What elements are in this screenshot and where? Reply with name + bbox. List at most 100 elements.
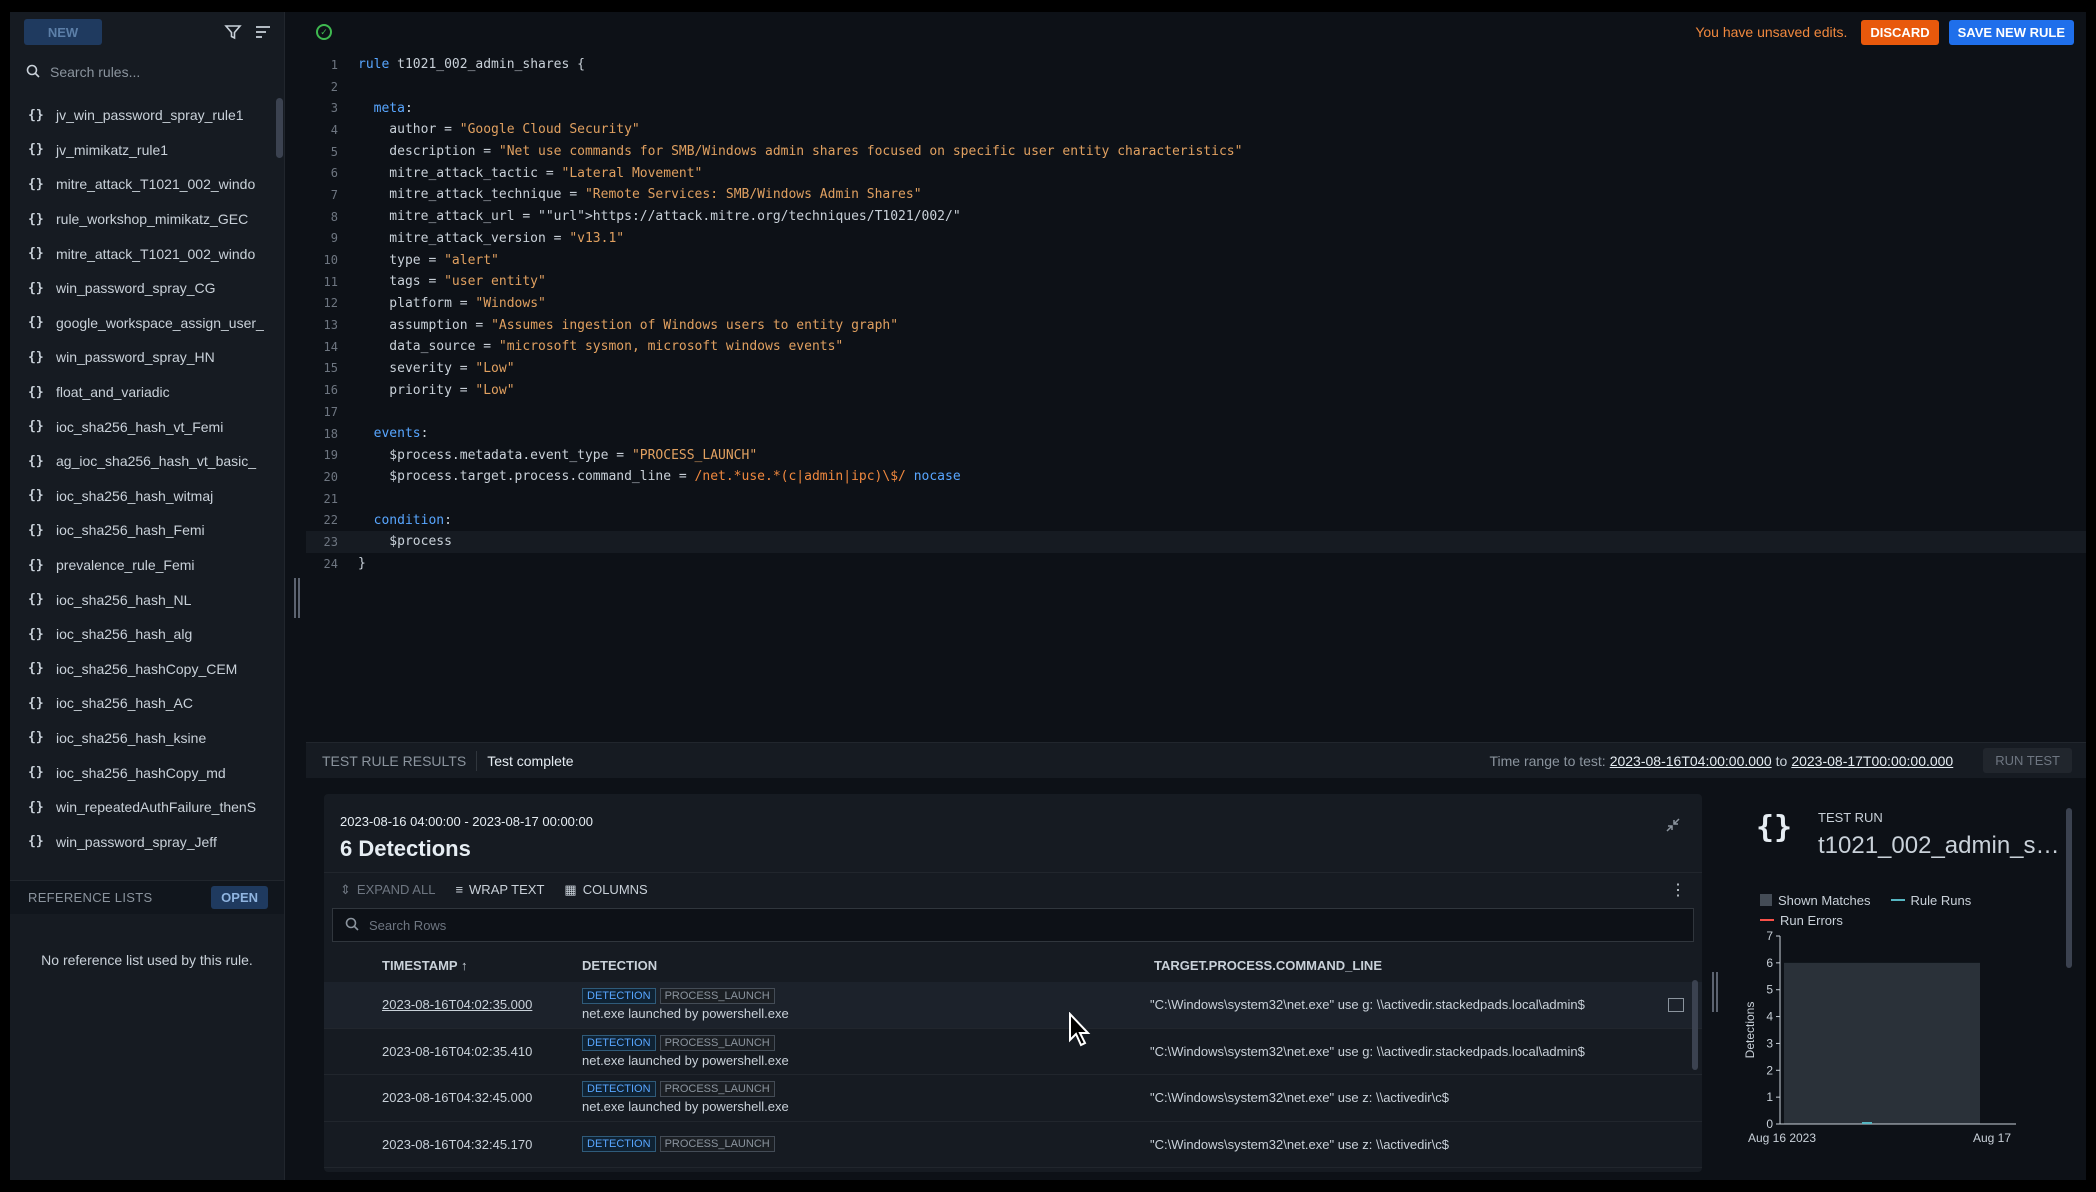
table-row[interactable]: 2023-08-16T04:02:35.410 DETECTION PROCESS_… — [324, 1029, 1702, 1075]
rule-name: ioc_sha256_hash_vt_Femi — [56, 418, 224, 435]
rule-list-item[interactable]: {} win_password_spray_Jeff — [10, 824, 284, 859]
code-line[interactable]: 23 $process — [306, 531, 2086, 553]
test-run-panel: {} TEST RUN t1021_002_admin_shares Shown… — [1738, 794, 2078, 1172]
rule-list-item[interactable]: {} ioc_sha256_hashCopy_CEM — [10, 652, 284, 687]
range-start-link[interactable]: 2023-08-16T04:00:00.000 — [1610, 753, 1772, 769]
expand-all-button[interactable]: ⇕ EXPAND ALL — [340, 882, 435, 898]
code-text: $process — [358, 534, 452, 550]
new-rule-button[interactable]: NEW — [24, 19, 102, 45]
code-line[interactable]: 14 data_source = "microsoft sysmon, micr… — [306, 336, 2086, 358]
code-line[interactable]: 1 rule t1021_002_admin_shares { — [306, 54, 2086, 76]
run-test-button[interactable]: RUN TEST — [1983, 748, 2072, 773]
sidebar-toolbar: NEW — [10, 12, 284, 52]
rule-list-item[interactable]: {} mitre_attack_T1021_002_windo — [10, 167, 284, 202]
code-line[interactable]: 7 mitre_attack_technique = "Remote Servi… — [306, 184, 2086, 206]
rule-braces-icon: {} — [28, 142, 44, 158]
legend-rule-runs[interactable]: Rule Runs — [1890, 893, 1971, 908]
collapse-icon[interactable] — [1666, 818, 1680, 835]
code-line[interactable]: 5 description = "Net use commands for SM… — [306, 141, 2086, 163]
save-new-rule-button[interactable]: SAVE NEW RULE — [1948, 19, 2074, 45]
rule-list-item[interactable]: {} ioc_sha256_hash_ksine — [10, 721, 284, 756]
line-number: 2 — [330, 79, 338, 94]
filter-icon[interactable] — [224, 23, 242, 41]
rule-list-item[interactable]: {} jv_mimikatz_rule1 — [10, 133, 284, 168]
wrap-text-button[interactable]: ≡ WRAP TEXT — [455, 882, 544, 897]
rule-braces-icon: {} — [28, 592, 44, 608]
rule-list-item[interactable]: {} jv_win_password_spray_rule1 — [10, 98, 284, 133]
table-row[interactable]: 2023-08-16T04:32:45.170 DETECTION PROCESS_… — [324, 1122, 1702, 1168]
code-line[interactable]: 12 platform = "Windows" — [306, 293, 2086, 315]
rule-list-item[interactable]: {} google_workspace_assign_user_ — [10, 306, 284, 341]
x-tick-label: Aug 16 2023 — [1748, 1131, 1816, 1145]
code-line[interactable]: 2 — [306, 76, 2086, 98]
code-line[interactable]: 13 assumption = "Assumes ingestion of Wi… — [306, 314, 2086, 336]
code-line[interactable]: 8 mitre_attack_url = ""url">https://atta… — [306, 206, 2086, 228]
code-line[interactable]: 20 $process.target.process.command_line … — [306, 466, 2086, 488]
code-line[interactable]: 17 — [306, 401, 2086, 423]
legend-shown-matches[interactable]: Shown Matches — [1760, 893, 1871, 908]
rule-list-item[interactable]: {} mitre_attack_T1021_002_windo — [10, 236, 284, 271]
rule-list-item[interactable]: {} win_password_spray_HN — [10, 340, 284, 375]
open-detail-icon[interactable] — [1668, 997, 1684, 1012]
rule-braces-icon: {} — [28, 765, 44, 781]
discard-button[interactable]: DISCARD — [1861, 19, 1939, 45]
rule-list-item[interactable]: {} ioc_sha256_hash_Femi — [10, 513, 284, 548]
code-line[interactable]: 24} — [306, 553, 2086, 575]
rule-list-item[interactable]: {} ioc_sha256_hash_NL — [10, 582, 284, 617]
code-line[interactable]: 11 tags = "user entity" — [306, 271, 2086, 293]
rule-list-item[interactable]: {} ag_ioc_sha256_hash_vt_basic_ — [10, 444, 284, 479]
code-line[interactable]: 4 author = "Google Cloud Security" — [306, 119, 2086, 141]
command-line-column-header[interactable]: TARGET.PROCESS.COMMAND_LINE — [1142, 958, 1702, 973]
code-line[interactable]: 21 — [306, 488, 2086, 510]
sidebar-resize-handle[interactable] — [294, 578, 300, 618]
rule-list-item[interactable]: {} prevalence_rule_Femi — [10, 548, 284, 583]
rule-editor[interactable]: ✓ You have unsaved edits. DISCARD SAVE N… — [306, 12, 2086, 742]
rule-list-item[interactable]: {} ioc_sha256_hash_vt_Femi — [10, 409, 284, 444]
range-end-link[interactable]: 2023-08-17T00:00:00.000 — [1791, 753, 1953, 769]
code-text: author = "Google Cloud Security" — [358, 122, 640, 138]
test-results-bar: TEST RULE RESULTS Test complete Time ran… — [306, 742, 2086, 778]
code-line[interactable]: 9 mitre_attack_version = "v13.1" — [306, 228, 2086, 250]
rule-list-item[interactable]: {} ioc_sha256_hash_AC — [10, 686, 284, 721]
code-text: } — [358, 556, 366, 572]
rules-search-field[interactable]: Search rules... — [10, 52, 284, 92]
rule-list-item[interactable]: {} ioc_sha256_hash_witmaj — [10, 479, 284, 514]
columns-button[interactable]: ▦ COLUMNS — [564, 882, 647, 898]
detection-column-header[interactable]: DETECTION — [562, 958, 1142, 973]
rule-list-item[interactable]: {} rule_workshop_mimikatz_GEC — [10, 202, 284, 237]
code-line[interactable]: 19 $process.metadata.event_type = "PROCE… — [306, 444, 2086, 466]
code-line[interactable]: 16 priority = "Low" — [306, 379, 2086, 401]
code-line[interactable]: 22 condition: — [306, 509, 2086, 531]
line-number: 4 — [330, 122, 338, 137]
code-line[interactable]: 10 type = "alert" — [306, 249, 2086, 271]
rows-search-field[interactable]: Search Rows — [332, 908, 1694, 942]
code-line[interactable]: 6 mitre_attack_tactic = "Lateral Movemen… — [306, 162, 2086, 184]
run-errors-swatch — [1760, 919, 1774, 921]
y-tick-label: 4 — [1766, 1010, 1773, 1024]
test-panel-scrollbar[interactable] — [2066, 808, 2072, 968]
detections-scrollbar[interactable] — [1692, 980, 1698, 1070]
code-area[interactable]: 1 rule t1021_002_admin_shares { 2 3 meta: 4 … — [306, 54, 2086, 575]
row-detection: DETECTION PROCESS_LAUNCH net.exe launched … — [562, 1034, 1142, 1068]
rule-list-item[interactable]: {} float_and_variadic — [10, 375, 284, 410]
timestamp-column-header[interactable]: TIMESTAMP ↑ — [324, 958, 562, 973]
rule-list-item[interactable]: {} win_repeatedAuthFailure_thenS — [10, 790, 284, 825]
code-line[interactable]: 15 severity = "Low" — [306, 358, 2086, 380]
code-text: data_source = "microsoft sysmon, microso… — [358, 339, 844, 355]
rule-list-item[interactable]: {} win_password_spray_CG — [10, 271, 284, 306]
code-line[interactable]: 3 meta: — [306, 97, 2086, 119]
y-tick-label: 3 — [1766, 1036, 1773, 1050]
row-timestamp[interactable]: 2023-08-16T04:02:35.000 — [324, 997, 562, 1012]
code-line[interactable]: 18 events: — [306, 423, 2086, 445]
line-number: 24 — [323, 556, 338, 571]
table-row[interactable]: 2023-08-16T04:02:35.000 DETECTION PROCESS_… — [324, 982, 1702, 1029]
table-row[interactable]: 2023-08-16T04:32:45.000 DETECTION PROCESS_… — [324, 1075, 1702, 1122]
rule-list-scrollbar[interactable] — [276, 98, 283, 158]
rule-list-item[interactable]: {} ioc_sha256_hash_alg — [10, 617, 284, 652]
results-resize-handle[interactable] — [1712, 972, 1718, 1012]
rule-list-item[interactable]: {} ioc_sha256_hashCopy_md — [10, 755, 284, 790]
open-reference-button[interactable]: OPEN — [211, 886, 268, 909]
sort-icon[interactable] — [254, 23, 272, 41]
legend-shown-label: Shown Matches — [1778, 892, 1871, 908]
more-options-icon[interactable]: ⋮ — [1670, 880, 1686, 900]
